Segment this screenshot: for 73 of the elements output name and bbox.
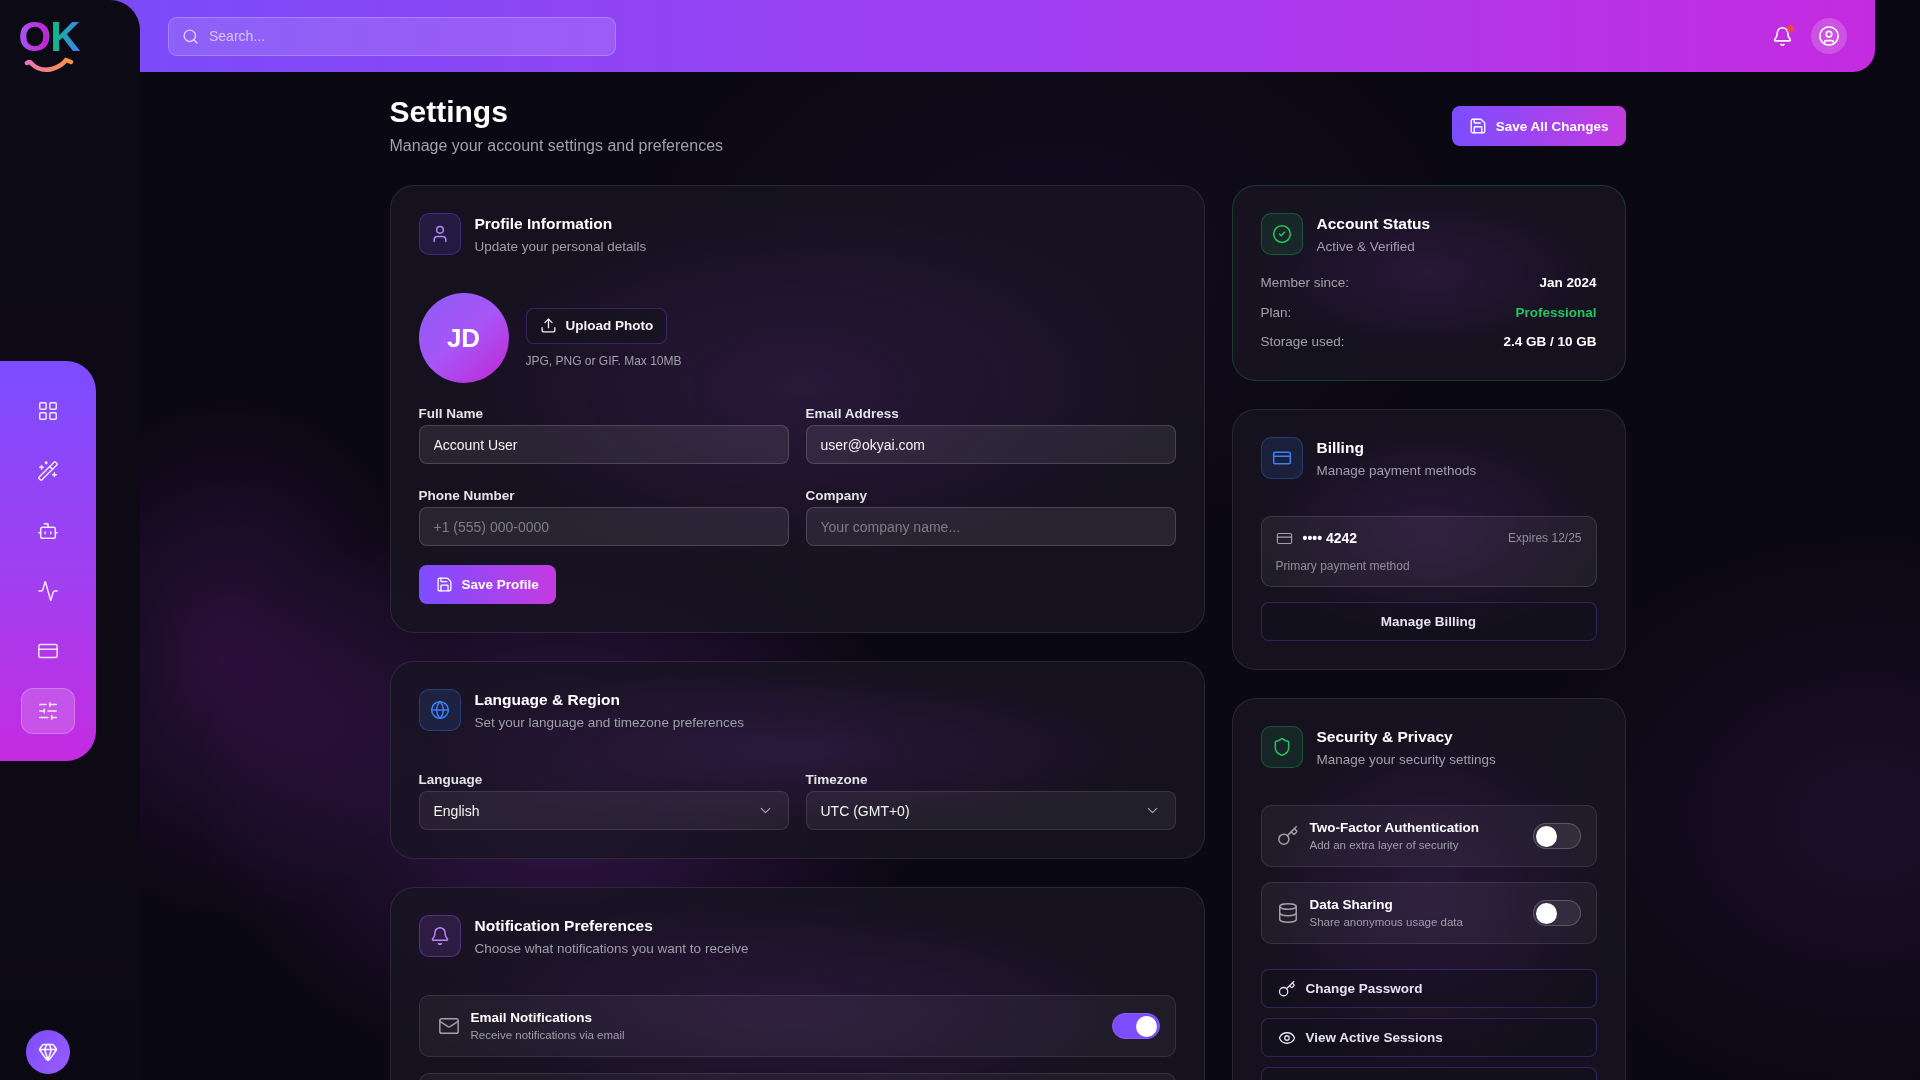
diamond-icon: [38, 1042, 58, 1062]
robot-icon: [37, 520, 59, 542]
grid-icon: [37, 400, 59, 422]
avatar: JD: [418, 293, 509, 383]
field-label: Timezone: [805, 771, 869, 789]
info-label: Storage used:: [1260, 333, 1345, 351]
field-label: Full Name: [418, 405, 484, 423]
security-action-button[interactable]: Change Password: [1260, 969, 1597, 1008]
card-subtitle: Set your language and timezone preferences: [474, 714, 744, 732]
bell-icon: [1772, 25, 1793, 47]
select-field[interactable]: English: [418, 791, 789, 830]
search-icon: [182, 27, 199, 45]
save-profile-button[interactable]: Save Profile: [418, 565, 556, 604]
info-label: Member since:: [1260, 274, 1350, 292]
card-subtitle: Active & Verified: [1316, 238, 1416, 256]
setting-description: Receive notifications via email: [470, 1028, 626, 1043]
card-subtitle: Manage payment methods: [1316, 462, 1477, 480]
card-subtitle: Update your personal details: [474, 238, 647, 256]
save-all-button[interactable]: Save All Changes: [1451, 106, 1626, 146]
card-subtitle: Choose what notifications you want to receive: [474, 940, 749, 958]
upload-photo-button[interactable]: Upload Photo: [525, 307, 668, 344]
setting-title: Data Sharing: [1309, 896, 1394, 913]
field-label: Company: [805, 487, 868, 505]
field-label: Email Address: [805, 405, 900, 423]
profile-button[interactable]: [1811, 18, 1847, 54]
card-title: Notification Preferences: [474, 916, 654, 936]
setting-description: Share anonymous usage data: [1309, 915, 1464, 930]
upload-icon: [539, 317, 557, 334]
setting-description: Add an extra layer of security: [1309, 838, 1460, 853]
info-value: Jan 2024: [1539, 274, 1597, 292]
card-title: Profile Information: [474, 214, 614, 234]
setting-title: Email Notifications: [470, 1009, 594, 1026]
security-action-button[interactable]: View Active Sessions: [1260, 1018, 1597, 1057]
info-value: Professional: [1515, 303, 1597, 322]
sliders-icon: [37, 700, 59, 722]
globe-icon: [418, 689, 461, 731]
field-label: Phone Number: [418, 487, 516, 505]
upload-hint: JPG, PNG or GIF. Max 10MB: [525, 352, 682, 369]
page-subtitle: Manage your account settings and preferences: [389, 136, 724, 156]
card-title: Language & Region: [474, 690, 622, 710]
user-icon: [418, 213, 461, 255]
logo-smile-icon: [24, 56, 74, 74]
logo-text: OK: [18, 20, 80, 54]
pulse-line-icon: [37, 580, 59, 602]
card-subtitle: Manage your security settings: [1316, 751, 1496, 769]
sidebar-nav-item[interactable]: [21, 688, 75, 734]
user-circle-icon: [1818, 25, 1840, 47]
key-icon: [1276, 825, 1299, 847]
field-label: Language: [418, 771, 484, 789]
payment-note: Primary payment method: [1275, 558, 1411, 574]
card-title: Security & Privacy: [1316, 727, 1454, 747]
page-title: Settings: [389, 94, 509, 130]
card-title: Billing: [1316, 438, 1365, 458]
key-icon: [1277, 979, 1296, 998]
card-number: •••• 4242: [1302, 530, 1359, 546]
info-label: Plan:: [1260, 303, 1292, 322]
save-icon: [1468, 117, 1487, 135]
card-title: Account Status: [1316, 214, 1431, 234]
manage-billing-button[interactable]: Manage Billing: [1260, 602, 1597, 641]
toggle-switch[interactable]: [1111, 1013, 1160, 1039]
card-expiry: Expires 12/25: [1508, 530, 1582, 546]
bell-icon: [418, 915, 461, 957]
setting-title: Two-Factor Authentication: [1309, 819, 1480, 836]
info-value: 2.4 GB / 10 GB: [1503, 333, 1597, 351]
save-icon: [435, 576, 453, 593]
shield-icon: [1260, 726, 1303, 768]
select-field[interactable]: UTC (GMT+0): [805, 791, 1176, 830]
mail-icon: [437, 1015, 460, 1037]
card-icon: [1260, 437, 1303, 479]
magic-wand-icon: [37, 460, 59, 482]
notifications-button[interactable]: [1772, 25, 1793, 47]
database-icon: [1276, 902, 1299, 924]
premium-button[interactable]: [26, 1030, 70, 1074]
